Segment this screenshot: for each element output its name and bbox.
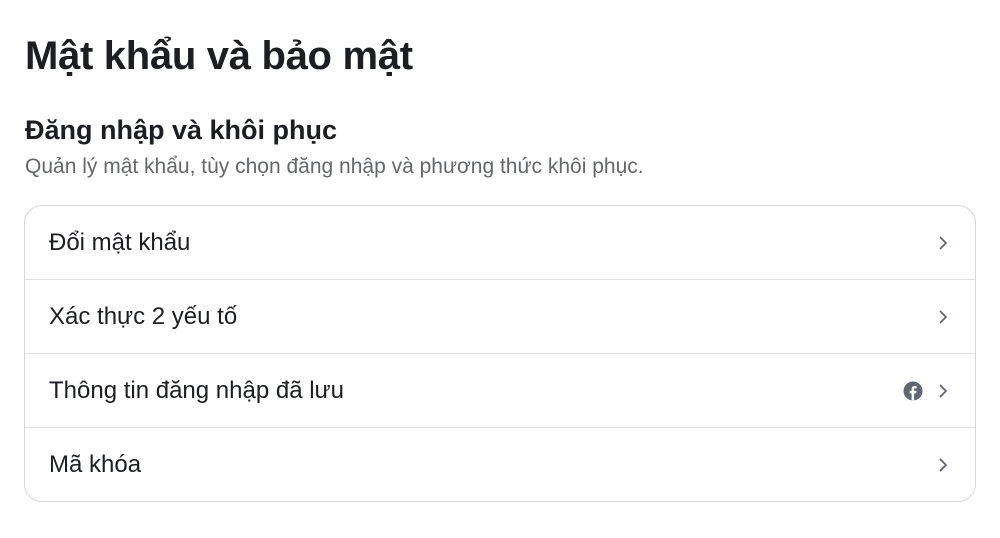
login-recovery-card: Đổi mật khẩu Xác thực 2 yếu tố Thông tin… (24, 205, 976, 502)
chevron-right-icon (939, 310, 947, 323)
change-password-item[interactable]: Đổi mật khẩu (25, 206, 975, 280)
item-label: Xác thực 2 yếu tố (49, 302, 238, 330)
facebook-icon (903, 381, 923, 400)
item-trailing (935, 235, 951, 251)
page-title: Mật khẩu và bảo mật (25, 34, 413, 78)
item-label: Thông tin đăng nhập đã lưu (49, 376, 344, 404)
item-trailing (935, 309, 951, 325)
item-label: Mã khóa (49, 450, 142, 478)
item-trailing (903, 381, 951, 401)
settings-page: Mật khẩu và bảo mật Đăng nhập và khôi ph… (0, 0, 1000, 538)
saved-login-item[interactable]: Thông tin đăng nhập đã lưu (25, 354, 975, 428)
chevron-right-icon (939, 458, 947, 471)
passkey-item[interactable]: Mã khóa (25, 428, 975, 501)
chevron-right-icon (939, 236, 947, 249)
section-description: Quản lý mật khẩu, tùy chọn đăng nhập và … (25, 155, 644, 178)
chevron-right-icon (939, 384, 947, 397)
item-label: Đổi mật khẩu (49, 228, 191, 256)
item-trailing (935, 457, 951, 473)
two-factor-auth-item[interactable]: Xác thực 2 yếu tố (25, 280, 975, 354)
section-title: Đăng nhập và khôi phục (25, 115, 338, 145)
